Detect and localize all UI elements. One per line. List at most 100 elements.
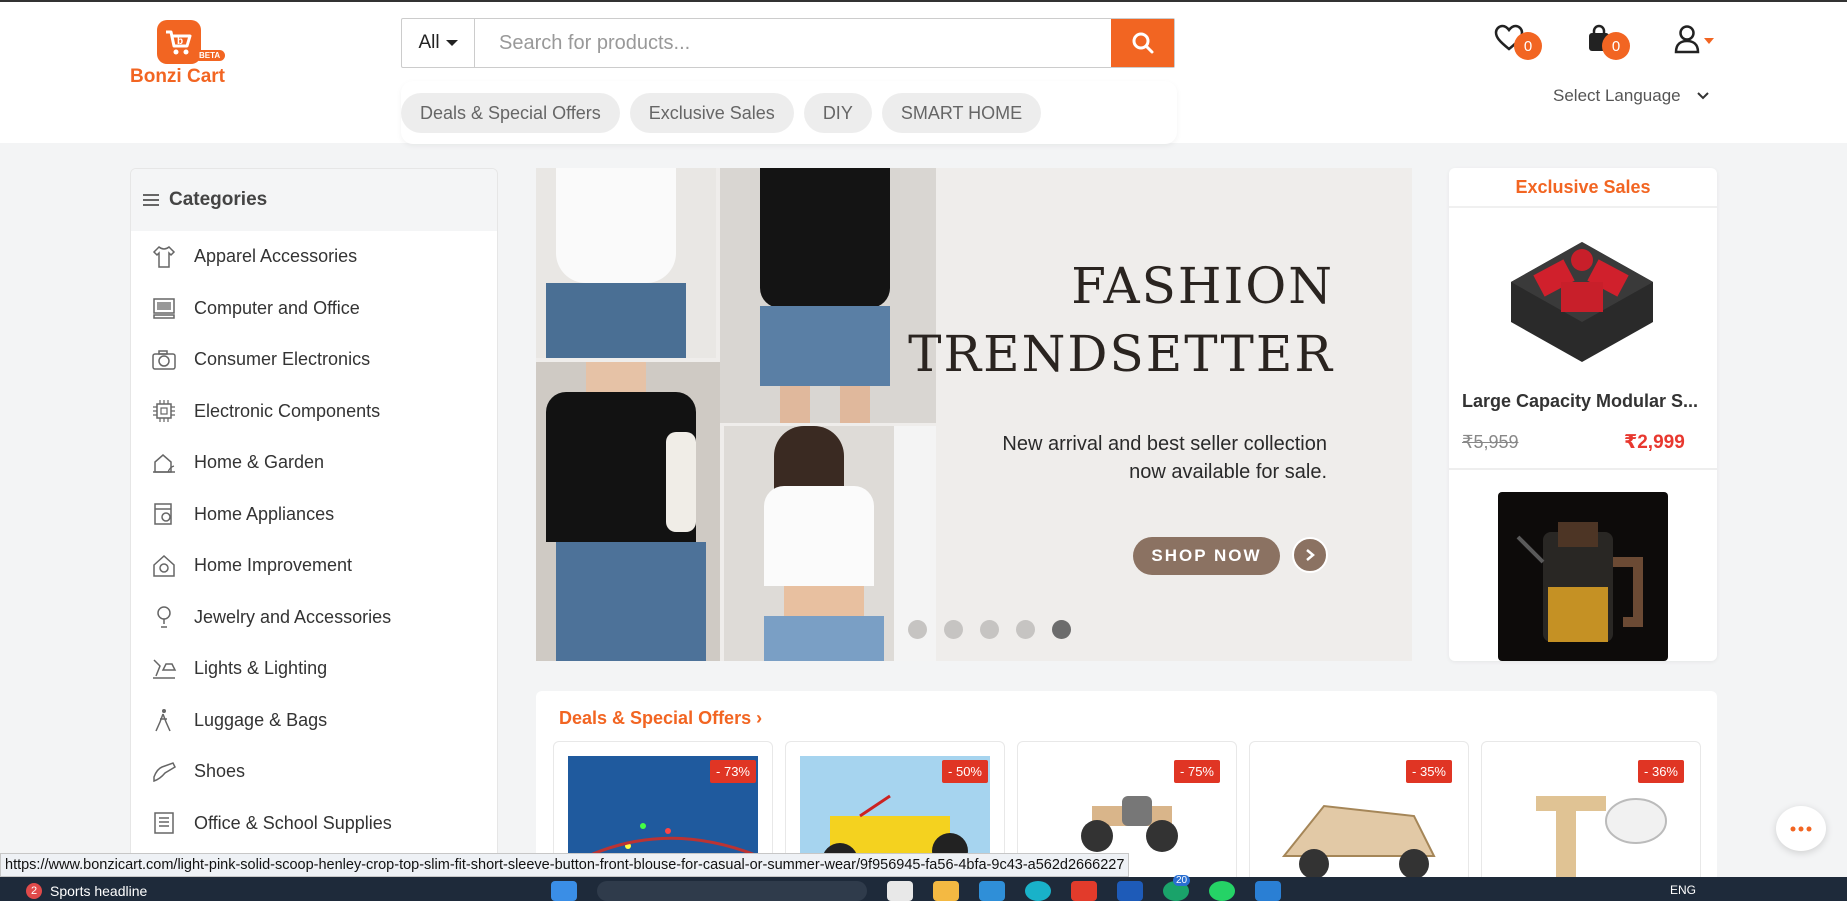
sidebar-item-components[interactable]: Electronic Components [131, 386, 497, 438]
quick-link-deals[interactable]: Deals & Special Offers [401, 93, 620, 133]
news-widget-label: Sports headline [50, 883, 148, 899]
search-button[interactable] [1111, 19, 1174, 67]
banner-subtitle-line2: now available for sale. [1129, 461, 1327, 483]
search-input[interactable] [475, 19, 1111, 67]
chevron-right-icon [1306, 549, 1315, 561]
exclusive-product-name[interactable]: Large Capacity Modular S... [1462, 391, 1708, 412]
sidebar-item-label: Jewelry and Accessories [194, 606, 392, 627]
quick-link-smart-home[interactable]: SMART HOME [881, 93, 1042, 133]
sidebar-item-label: Home Improvement [194, 555, 353, 576]
sidebar-item-label: Home & Garden [194, 452, 325, 473]
sidebar-item-lighting[interactable]: Lights & Lighting [131, 643, 497, 695]
store-icon[interactable] [979, 881, 1005, 901]
search-category-select[interactable]: All [402, 19, 475, 67]
quick-link-diy[interactable]: DIY [803, 93, 872, 133]
cart-count-badge: 0 [1602, 32, 1630, 60]
exclusive-sales-panel: Exclusive Sales Large Capacity Modular S… [1449, 168, 1717, 661]
chevron-down-icon [445, 40, 458, 46]
banner-photo-3 [536, 362, 720, 661]
menu-icon [143, 194, 159, 206]
chat-app-icon[interactable]: 20 [1163, 875, 1191, 901]
vscode-icon[interactable] [1255, 881, 1281, 901]
sidebar-item-office[interactable]: Office & School Supplies [131, 798, 497, 850]
shop-now-button[interactable]: SHOP NOW [1133, 537, 1280, 575]
luggage-icon [150, 706, 178, 734]
banner-title-line1: FASHION [1071, 257, 1334, 315]
chevron-down-icon [1696, 92, 1709, 100]
lamp-icon [150, 655, 178, 683]
carousel-dot-2[interactable] [944, 620, 963, 639]
sidebar-item-label: Home Appliances [194, 503, 335, 524]
exclusive-product-image-2[interactable] [1498, 492, 1668, 661]
sidebar-item-label: Computer and Office [194, 297, 360, 318]
banner-subtitle: New arrival and best seller collection n… [1002, 430, 1327, 486]
sidebar-item-home-improvement[interactable]: Home Improvement [131, 540, 497, 592]
sidebar-item-label: Shoes [194, 761, 246, 782]
account-menu-button[interactable] [1674, 24, 1714, 59]
carousel-dots [908, 620, 1071, 639]
status-bar-url: https://www.bonzicart.com/light-pink-sol… [0, 853, 1130, 877]
discount-badge: - 36% [1638, 760, 1684, 783]
carousel-dot-5[interactable] [1052, 620, 1071, 639]
wishlist-button[interactable]: 0 [1494, 24, 1542, 60]
sidebar-item-luggage[interactable]: Luggage & Bags [131, 695, 497, 747]
discount-badge: - 75% [1174, 760, 1220, 783]
cart-button[interactable]: 0 [1586, 24, 1630, 60]
divider [1449, 468, 1717, 470]
sidebar-item-shoes[interactable]: Shoes [131, 746, 497, 798]
carousel-dot-4[interactable] [1016, 620, 1035, 639]
app-icon[interactable] [1071, 881, 1097, 901]
sidebar-item-home-appliances[interactable]: Home Appliances [131, 489, 497, 541]
file-icon[interactable] [887, 881, 913, 901]
sidebar-item-apparel[interactable]: Apparel Accessories [131, 231, 497, 283]
taskbar-search[interactable] [597, 881, 867, 901]
discount-badge: - 35% [1406, 760, 1452, 783]
carousel-dot-1[interactable] [908, 620, 927, 639]
discount-badge: - 50% [942, 760, 988, 783]
edge-icon[interactable] [1025, 881, 1051, 901]
sidebar-item-electronics[interactable]: Consumer Electronics [131, 334, 497, 386]
deals-title-label: Deals & Special Offers [559, 708, 752, 728]
wishlist-count-badge: 0 [1514, 32, 1542, 60]
deals-title-link[interactable]: Deals & Special Offers › [559, 708, 762, 729]
shirt-icon [150, 243, 178, 271]
banner-subtitle-line1: New arrival and best seller collection [1002, 433, 1327, 455]
banner-photo-collage [536, 168, 936, 661]
exclusive-new-price: ₹2,999 [1624, 432, 1685, 453]
sidebar-item-label: Electronic Components [194, 400, 381, 421]
banner-title-line2: TRENDSETTER [908, 325, 1334, 383]
chip-icon [150, 397, 178, 425]
exclusive-sales-title[interactable]: Exclusive Sales [1449, 168, 1717, 208]
sidebar-item-jewelry[interactable]: Jewelry and Accessories [131, 592, 497, 644]
home-garden-icon [150, 449, 178, 477]
carousel-dot-3[interactable] [980, 620, 999, 639]
categories-header[interactable]: Categories [131, 169, 497, 231]
quick-link-exclusive-sales[interactable]: Exclusive Sales [629, 93, 794, 133]
brand-name: Bonzi Cart [130, 66, 225, 87]
taskbar-apps: 20 [551, 875, 1281, 901]
chat-button[interactable] [1776, 806, 1826, 851]
brand-logo[interactable]: b BETA Bonzi Cart [130, 20, 230, 90]
news-widget[interactable]: 2 Sports headline [26, 883, 147, 899]
categories-title: Categories [169, 189, 268, 210]
chevron-right-icon: › [756, 708, 763, 728]
os-taskbar: 2 Sports headline 20 ENG [0, 875, 1847, 901]
sidebar-item-computer[interactable]: Computer and Office [131, 283, 497, 335]
windows-start-icon[interactable] [551, 881, 577, 901]
more-dots-icon [1790, 826, 1812, 831]
hero-banner[interactable]: FASHION TRENDSETTER New arrival and best… [536, 168, 1412, 661]
user-icon [1674, 25, 1700, 54]
next-arrow-button[interactable] [1292, 537, 1328, 573]
sidebar-item-label: Office & School Supplies [194, 812, 392, 833]
taskbar-language[interactable]: ENG [1670, 883, 1696, 897]
app-icon[interactable] [1117, 881, 1143, 901]
exclusive-product-image[interactable] [1501, 222, 1663, 372]
search-bar: All [401, 18, 1175, 68]
folder-icon[interactable] [933, 881, 959, 901]
app-badge: 20 [1173, 875, 1191, 886]
language-select[interactable]: Select Language [1553, 86, 1709, 106]
whatsapp-icon[interactable] [1209, 881, 1235, 901]
sidebar-item-home-garden[interactable]: Home & Garden [131, 437, 497, 489]
appliance-icon [150, 500, 178, 528]
site-header: b BETA Bonzi Cart All Deals & Special Of… [0, 2, 1847, 144]
